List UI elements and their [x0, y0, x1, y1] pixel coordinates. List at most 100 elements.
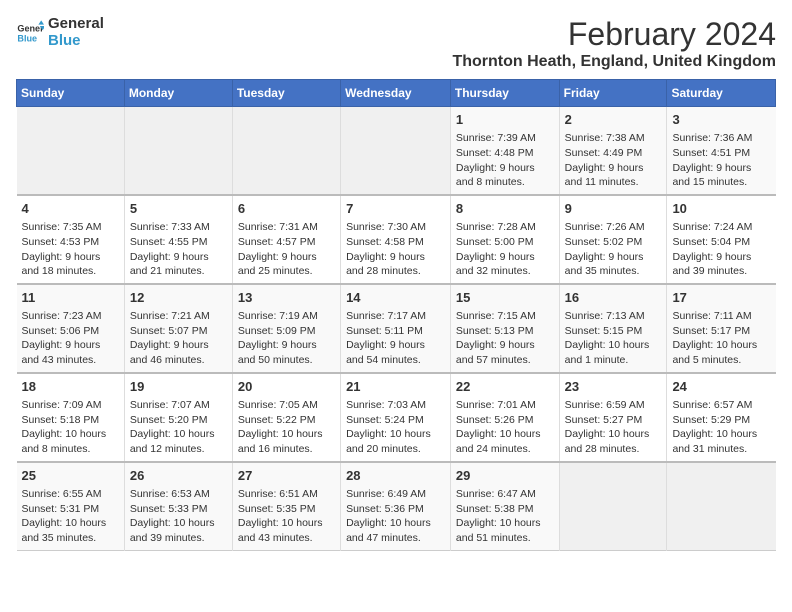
cell-text: and 24 minutes.	[456, 442, 554, 457]
day-number: 20	[238, 378, 335, 396]
day-number: 4	[22, 200, 119, 218]
calendar-cell: 27Sunrise: 6:51 AMSunset: 5:35 PMDayligh…	[232, 462, 340, 550]
cell-text: and 31 minutes.	[672, 442, 770, 457]
cell-text: and 47 minutes.	[346, 531, 445, 546]
calendar-cell: 29 Sunrise: 6:47 AMSunset: 5:38 PMDayligh…	[450, 462, 559, 550]
svg-text:Blue: Blue	[17, 33, 37, 43]
week-row-1: 1Sunrise: 7:39 AMSunset: 4:48 PMDaylight…	[17, 107, 776, 195]
week-row-4: 18Sunrise: 7:09 AMSunset: 5:18 PMDayligh…	[17, 373, 776, 462]
cell-text: and 54 minutes.	[346, 353, 445, 368]
day-number: 1	[456, 111, 554, 129]
cell-text: Daylight: 10 hours	[238, 427, 335, 442]
calendar-cell	[559, 462, 667, 550]
cell-text: Sunset: 5:35 PM	[238, 502, 335, 517]
cell-text: Daylight: 10 hours	[130, 427, 227, 442]
calendar-cell: 4Sunrise: 7:35 AMSunset: 4:53 PMDaylight…	[17, 195, 125, 284]
calendar-cell: 25Sunrise: 6:55 AMSunset: 5:31 PMDayligh…	[17, 462, 125, 550]
cell-text: Sunrise: 7:30 AM	[346, 220, 445, 235]
cell-text: Daylight: 9 hours	[346, 338, 445, 353]
calendar-table: SundayMondayTuesdayWednesdayThursdayFrid…	[16, 79, 776, 551]
cell-text: Daylight: 9 hours	[565, 250, 662, 265]
calendar-cell: 11Sunrise: 7:23 AMSunset: 5:06 PMDayligh…	[17, 284, 125, 373]
cell-text: Daylight: 10 hours	[565, 338, 662, 353]
day-number: 19	[130, 378, 227, 396]
day-number: 28	[346, 467, 445, 485]
cell-text: Sunset: 4:55 PM	[130, 235, 227, 250]
day-number: 10	[672, 200, 770, 218]
cell-text: Sunset: 5:26 PM	[456, 413, 554, 428]
cell-text: and 39 minutes.	[672, 264, 770, 279]
cell-text: Sunset: 5:27 PM	[565, 413, 662, 428]
cell-text: Sunset: 5:06 PM	[22, 324, 119, 339]
cell-text: and 35 minutes.	[22, 531, 119, 546]
cell-text: Daylight: 10 hours	[238, 516, 335, 531]
cell-text: Sunrise: 7:38 AM	[565, 131, 662, 146]
page-header: General Blue General Blue February 2024 …	[16, 16, 776, 71]
calendar-cell: 24Sunrise: 6:57 AMSunset: 5:29 PMDayligh…	[667, 373, 776, 462]
logo-blue: Blue	[48, 33, 104, 50]
cell-text: Daylight: 10 hours	[130, 516, 227, 531]
cell-text: and 46 minutes.	[130, 353, 227, 368]
cell-text: Daylight: 9 hours	[238, 250, 335, 265]
cell-text: Daylight: 10 hours	[565, 427, 662, 442]
day-number: 16	[565, 289, 662, 307]
week-row-3: 11Sunrise: 7:23 AMSunset: 5:06 PMDayligh…	[17, 284, 776, 373]
cell-text: Sunrise: 7:26 AM	[565, 220, 662, 235]
cell-text: Daylight: 10 hours	[456, 516, 554, 531]
cell-text: Sunrise: 7:36 AM	[672, 131, 770, 146]
calendar-cell: 12Sunrise: 7:21 AMSunset: 5:07 PMDayligh…	[124, 284, 232, 373]
day-number: 2	[565, 111, 662, 129]
header-row: SundayMondayTuesdayWednesdayThursdayFrid…	[17, 80, 776, 107]
calendar-cell: 15Sunrise: 7:15 AMSunset: 5:13 PMDayligh…	[450, 284, 559, 373]
calendar-cell: 16Sunrise: 7:13 AMSunset: 5:15 PMDayligh…	[559, 284, 667, 373]
cell-text: Daylight: 9 hours	[130, 250, 227, 265]
cell-text: Daylight: 9 hours	[346, 250, 445, 265]
cell-text: Sunset: 5:00 PM	[456, 235, 554, 250]
cell-text: Daylight: 9 hours	[22, 250, 119, 265]
calendar-cell: 10Sunrise: 7:24 AMSunset: 5:04 PMDayligh…	[667, 195, 776, 284]
day-number: 3	[672, 111, 770, 129]
day-number: 24	[672, 378, 770, 396]
cell-text: Sunset: 5:07 PM	[130, 324, 227, 339]
day-number: 9	[565, 200, 662, 218]
cell-text: Sunset: 5:33 PM	[130, 502, 227, 517]
calendar-cell: 23Sunrise: 6:59 AMSunset: 5:27 PMDayligh…	[559, 373, 667, 462]
week-row-2: 4Sunrise: 7:35 AMSunset: 4:53 PMDaylight…	[17, 195, 776, 284]
cell-text: Sunrise: 7:03 AM	[346, 398, 445, 413]
cell-text: Sunrise: 6:59 AM	[565, 398, 662, 413]
cell-text: and 12 minutes.	[130, 442, 227, 457]
cell-text: Sunrise: 6:53 AM	[130, 487, 227, 502]
calendar-cell: 26Sunrise: 6:53 AMSunset: 5:33 PMDayligh…	[124, 462, 232, 550]
cell-text: Daylight: 10 hours	[672, 427, 770, 442]
cell-text: Sunset: 5:38 PM	[456, 502, 554, 517]
cell-text: and 8 minutes.	[456, 175, 554, 190]
calendar-cell: 5Sunrise: 7:33 AMSunset: 4:55 PMDaylight…	[124, 195, 232, 284]
header-friday: Friday	[559, 80, 667, 107]
cell-text: and 1 minute.	[565, 353, 662, 368]
calendar-cell: 6Sunrise: 7:31 AMSunset: 4:57 PMDaylight…	[232, 195, 340, 284]
day-number: 27	[238, 467, 335, 485]
cell-text: Sunrise: 7:21 AM	[130, 309, 227, 324]
calendar-cell: 8Sunrise: 7:28 AMSunset: 5:00 PMDaylight…	[450, 195, 559, 284]
cell-text: and 20 minutes.	[346, 442, 445, 457]
day-number: 5	[130, 200, 227, 218]
day-number: 25	[22, 467, 119, 485]
cell-text: Daylight: 9 hours	[672, 161, 770, 176]
main-title: February 2024	[452, 16, 776, 53]
cell-text: Sunrise: 6:47 AM	[456, 487, 554, 502]
cell-text: and 50 minutes.	[238, 353, 335, 368]
day-number: 6	[238, 200, 335, 218]
cell-text: Sunrise: 7:28 AM	[456, 220, 554, 235]
calendar-cell	[341, 107, 451, 195]
day-number: 29	[456, 467, 554, 485]
calendar-cell: 1Sunrise: 7:39 AMSunset: 4:48 PMDaylight…	[450, 107, 559, 195]
cell-text: Daylight: 10 hours	[22, 427, 119, 442]
day-number: 21	[346, 378, 445, 396]
cell-text: Sunrise: 7:23 AM	[22, 309, 119, 324]
calendar-cell: 3Sunrise: 7:36 AMSunset: 4:51 PMDaylight…	[667, 107, 776, 195]
cell-text: Sunset: 5:36 PM	[346, 502, 445, 517]
cell-text: Daylight: 9 hours	[22, 338, 119, 353]
calendar-cell: 28Sunrise: 6:49 AMSunset: 5:36 PMDayligh…	[341, 462, 451, 550]
calendar-cell: 20Sunrise: 7:05 AMSunset: 5:22 PMDayligh…	[232, 373, 340, 462]
day-number: 22	[456, 378, 554, 396]
